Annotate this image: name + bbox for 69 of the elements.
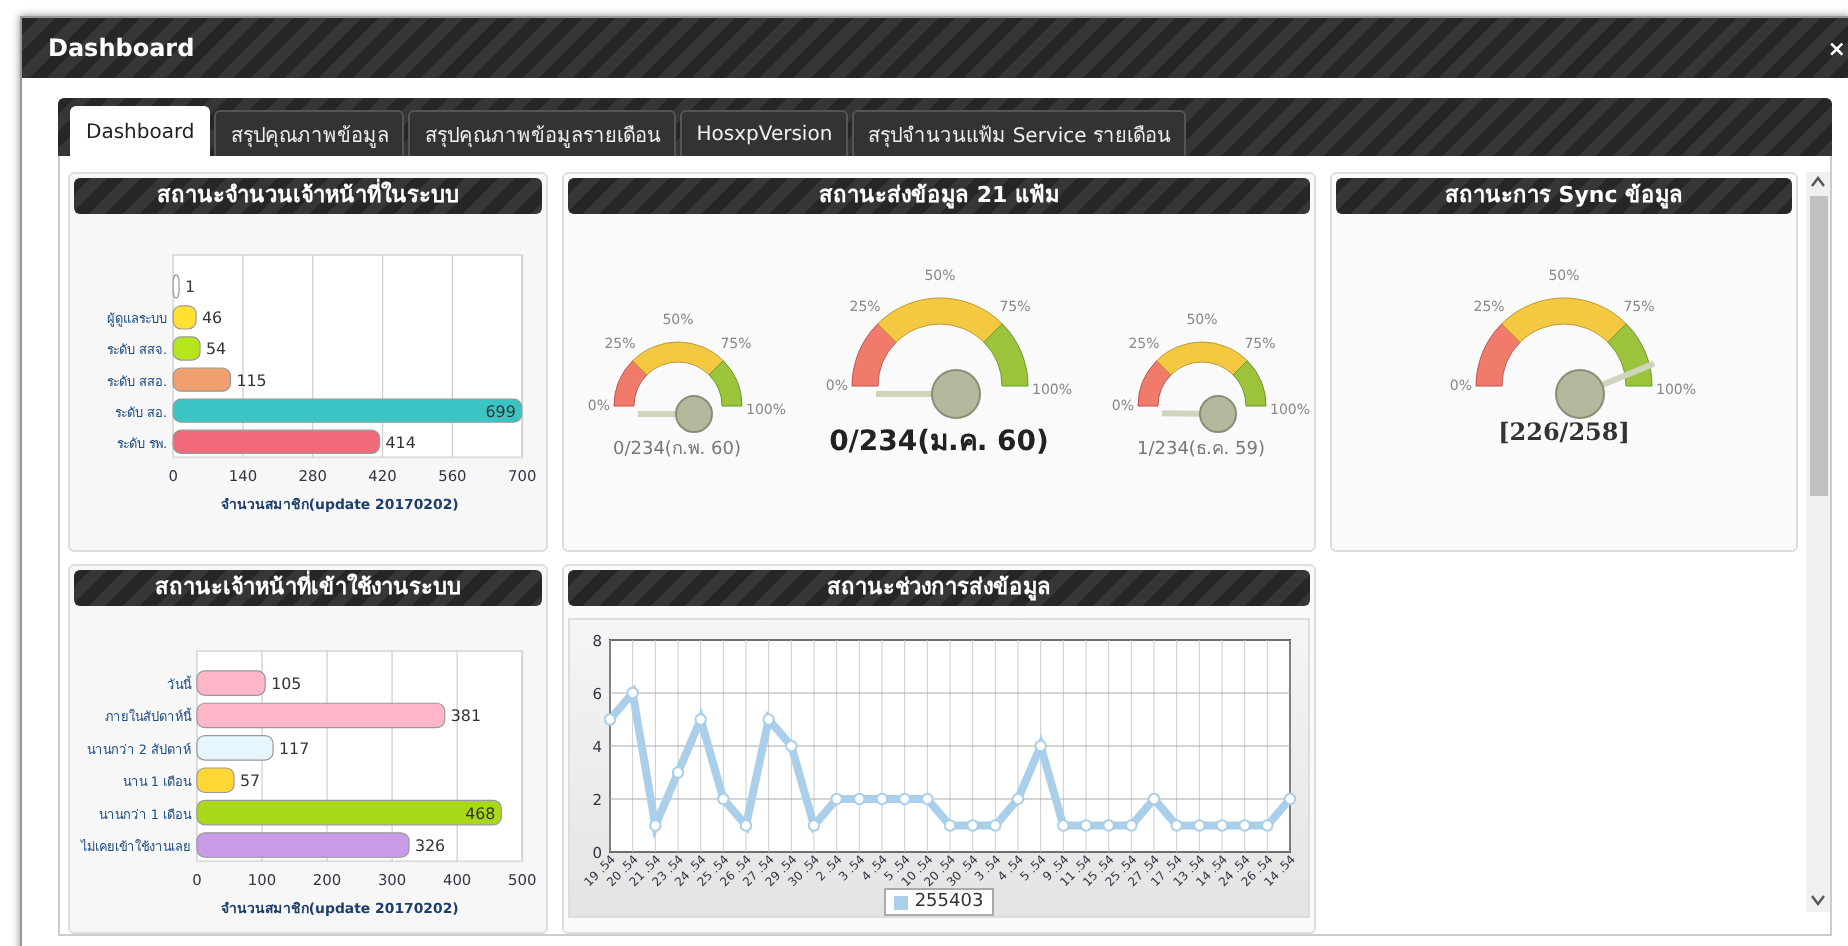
data-point [1237,819,1250,832]
data-point [738,819,752,832]
data-label: 105 [271,675,302,693]
gauge-value: 1/234(ธ.ค. 59) [1137,438,1265,462]
data-label: 699 [485,402,516,421]
data-label: 46 [202,309,223,328]
data-label: 1 [185,278,196,297]
data-point [1010,792,1024,806]
data-point [965,819,978,832]
data-point [829,792,842,806]
tab[interactable]: สรุปคุณภาพข้อมูล [214,110,405,156]
panel-title: สถานะเจ้าหน้าที่เข้าใช้งานระบบ [74,570,542,606]
data-point [942,819,956,832]
panel-title: สถานะจำนวนเจ้าหน้าที่ในระบบ [74,178,542,214]
data-point [716,792,729,806]
data-point [602,713,616,726]
gauge-value: 0/234(ก.พ. 60) [613,438,741,462]
window-title: Dashboard [48,34,195,62]
data-label: 381 [450,707,481,726]
data-point [670,766,684,779]
tab[interactable]: สรุปจำนวนแฟ้ม Service รายเดือน [852,110,1187,156]
tab[interactable]: HosxpVersion [680,110,849,156]
data-point [874,792,888,806]
data-point [1169,819,1182,832]
data-label: 468 [465,804,496,823]
data-point [784,739,797,753]
legend-swatch [894,895,909,909]
close-button[interactable]: × [1827,35,1846,61]
data-point [806,819,820,832]
scroll-thumb[interactable] [1809,196,1827,496]
data-label: 54 [206,340,227,359]
panel-title: สถานะส่งข้อมูล 21 แฟ้ม [568,178,1310,214]
data-point [1192,819,1205,832]
data-point [1214,819,1228,832]
data-label: 414 [385,433,416,452]
data-point [761,713,774,726]
data-point [1078,819,1092,832]
tab[interactable]: สรุปคุณภาพข้อมูลรายเดือน [408,110,677,156]
data-point [625,686,638,700]
data-point [852,792,865,806]
scroll-up-icon[interactable] [1810,176,1826,188]
data-point [920,792,933,806]
scroll-down-icon[interactable] [1810,894,1826,906]
gauge-needle [637,395,712,433]
data-point [1260,819,1273,832]
data-point [897,792,910,806]
tab[interactable]: Dashboard [70,106,211,156]
data-point [693,713,706,726]
legend-label: 255403 [914,892,984,912]
data-point [1282,792,1296,806]
data-point [1101,819,1114,832]
data-point [1056,819,1069,832]
data-label: 326 [414,837,446,855]
data-point [1146,792,1160,806]
data-point [1124,819,1137,832]
data-label: 115 [236,371,267,390]
gauge-needle [1555,360,1656,419]
data-point [648,819,661,832]
data-point [988,819,1001,832]
panel-title: สถานะช่วงการส่งข้อมูล [568,570,1310,606]
gauge-value: [226/258] [1498,418,1630,446]
gauge-value: 0/234(ม.ค. 60) [829,424,1049,462]
scrollbar[interactable] [1806,172,1830,912]
data-label: 117 [279,739,310,758]
data-point [1033,739,1046,753]
data-label: 57 [239,772,261,791]
panel-title: สถานะการ Sync ข้อมูล [1336,178,1792,214]
gauge-needle [875,369,980,419]
gauge-needle [1160,395,1236,433]
